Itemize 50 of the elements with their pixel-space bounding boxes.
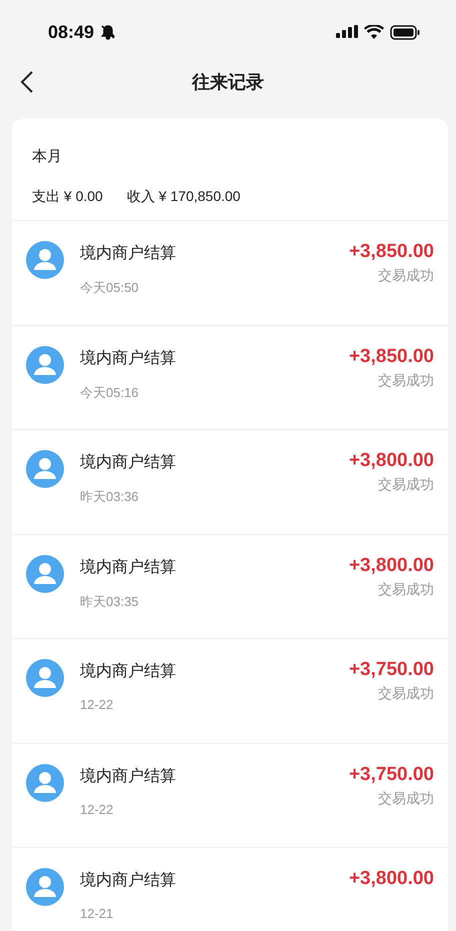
- record-amount: +3,850.00: [348, 241, 434, 263]
- expense-total: 支出 ¥ 0.00: [32, 188, 103, 206]
- record-title: 境内商户结算: [80, 870, 177, 891]
- record-title: 境内商户结算: [80, 556, 177, 578]
- record-row[interactable]: 境内商户结算 今天05:16 +3,850.00 交易成功: [12, 324, 448, 429]
- record-row[interactable]: 境内商户结算 12-21 +3,800.00: [12, 847, 448, 931]
- record-time: 今天05:50: [80, 279, 140, 297]
- record-status: 交易成功: [377, 790, 434, 808]
- record-title: 境内商户结算: [80, 243, 177, 264]
- record-amount: +3,800.00: [348, 450, 434, 472]
- record-amount: +3,750.00: [348, 764, 434, 786]
- page-title: 往来记录: [192, 71, 264, 94]
- record-time: 12-21: [80, 906, 114, 921]
- record-row[interactable]: 境内商户结算 昨天03:35 +3,800.00 交易成功: [12, 534, 448, 638]
- record-time: 12-22: [80, 802, 114, 816]
- bell-muted-icon: [100, 24, 116, 40]
- user-avatar-icon: [26, 450, 64, 488]
- record-time: 12-22: [80, 697, 114, 712]
- record-status: 交易成功: [377, 267, 434, 285]
- record-title: 境内商户结算: [80, 348, 177, 368]
- record-title: 境内商户结算: [80, 661, 177, 682]
- record-amount: +3,800.00: [348, 868, 434, 890]
- period-label: 本月: [32, 147, 63, 166]
- record-row[interactable]: 境内商户结算 今天05:50 +3,850.00 交易成功: [12, 220, 448, 324]
- income-total: 收入 ¥ 170,850.00: [126, 188, 240, 206]
- record-time: 昨天03:36: [80, 488, 140, 506]
- record-row[interactable]: 境内商户结算 昨天03:36 +3,800.00 交易成功: [12, 429, 448, 534]
- user-avatar-icon: [26, 241, 64, 279]
- record-amount: +3,850.00: [348, 346, 434, 368]
- record-title: 境内商户结算: [80, 766, 177, 786]
- record-row[interactable]: 境内商户结算 12-22 +3,750.00 交易成功: [12, 742, 448, 847]
- signal-icon: [336, 25, 358, 39]
- record-status: 交易成功: [377, 372, 434, 390]
- user-avatar-icon: [26, 659, 64, 697]
- status-time: 08:49: [48, 22, 94, 42]
- record-amount: +3,800.00: [348, 554, 434, 576]
- user-avatar-icon: [26, 346, 64, 384]
- record-row[interactable]: 境内商户结算 12-22 +3,750.00 交易成功: [12, 638, 448, 742]
- record-title: 境内商户结算: [80, 452, 177, 473]
- battery-icon: [390, 24, 420, 40]
- record-status: 交易成功: [377, 580, 434, 598]
- record-time: 今天05:16: [80, 384, 140, 402]
- user-avatar-icon: [26, 554, 64, 592]
- record-status: 交易成功: [377, 685, 434, 703]
- wifi-icon: [364, 24, 384, 40]
- record-time: 昨天03:35: [80, 592, 140, 610]
- record-status: 交易成功: [377, 476, 434, 494]
- user-avatar-icon: [26, 868, 64, 906]
- user-avatar-icon: [26, 764, 64, 802]
- record-amount: +3,750.00: [348, 659, 434, 681]
